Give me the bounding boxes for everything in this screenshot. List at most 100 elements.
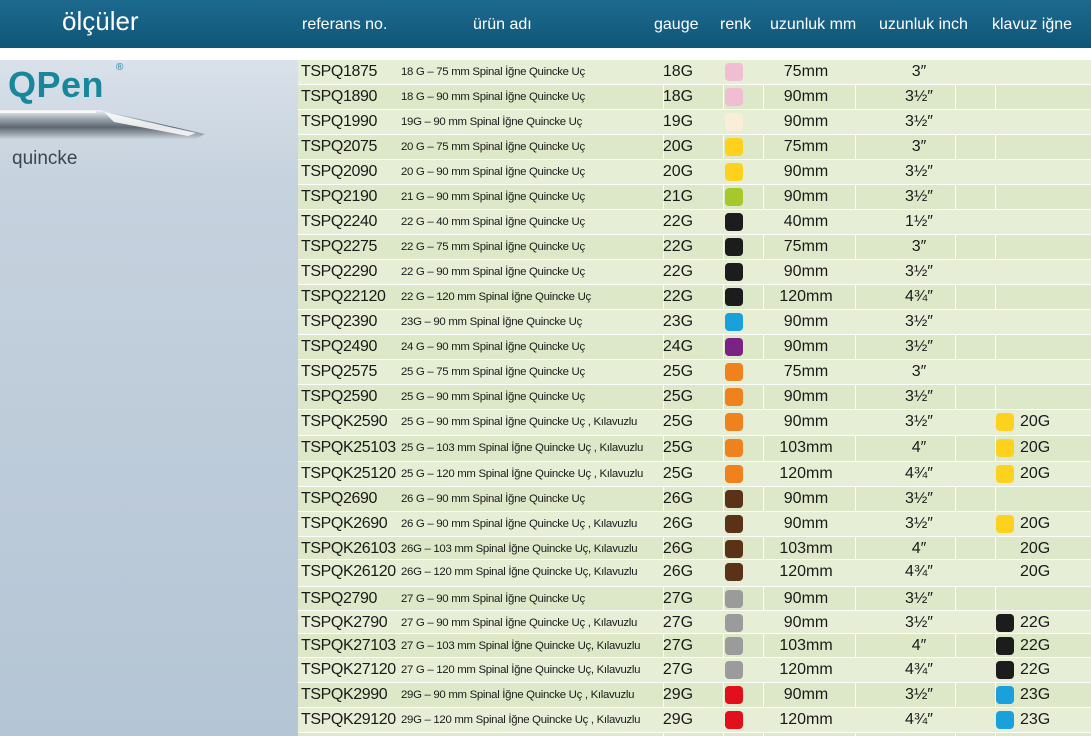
table-row: TSPQ2590 25 G – 90 mm Spinal İğne Quincke… <box>298 385 1091 410</box>
gauge-value: 27G <box>662 661 694 678</box>
product-name: 25 G – 103 mm Spinal İğne Quincke Uç , K… <box>401 442 644 454</box>
product-name: 25 G – 120 mm Spinal İğne Quincke Uç , K… <box>401 468 644 480</box>
guide-needle-value <box>1020 260 1060 284</box>
guide-color-swatch <box>996 465 1014 483</box>
length-inch-value: 4¾″ <box>905 465 933 482</box>
reference-number: TSPQ2690 <box>301 490 377 507</box>
reference-number: TSPQK25120 <box>301 465 396 482</box>
color-swatch <box>725 88 743 106</box>
guide-needle-value: 22G <box>1020 614 1051 631</box>
color-swatch <box>725 661 743 679</box>
table-row: TSPQK27120 27 G – 120 mm Spinal İğne Quin… <box>298 658 1091 683</box>
guide-needle-value: 20G <box>1020 515 1051 532</box>
length-inch-value: 4¾″ <box>905 288 933 305</box>
table-row: TSPQ1875 18 G – 75 mm Spinal İğne Quincke… <box>298 60 1091 85</box>
reference-number: TSPQ22120 <box>301 288 386 305</box>
length-inch-value: 3½″ <box>905 313 933 330</box>
table-row: TSPQK25103 25 G – 103 mm Spinal İğne Quin… <box>298 436 1091 462</box>
table-row: TSPQ2275 22 G – 75 mm Spinal İğne Quincke… <box>298 235 1091 260</box>
length-inch-value: 3″ <box>911 63 927 80</box>
reference-number: TSPQK27103 <box>301 637 396 654</box>
length-mm-value: 90mm <box>783 113 829 130</box>
guide-needle-value <box>1020 185 1060 209</box>
product-subtitle: quincke <box>12 148 78 169</box>
length-mm-value: 103mm <box>779 540 833 557</box>
length-inch-value: 4″ <box>911 637 927 654</box>
table-row: TSPQ2490 24 G – 90 mm Spinal İğne Quincke… <box>298 335 1091 360</box>
length-mm-value: 75mm <box>783 63 829 80</box>
product-name: 23G – 90 mm Spinal İğne Quincke Uç <box>401 316 583 328</box>
column-header-guide: klavuz iğne <box>992 16 1073 33</box>
column-header-length-mm: uzunluk mm <box>770 16 857 33</box>
product-name: 19G – 90 mm Spinal İğne Quincke Uç <box>401 116 583 128</box>
guide-color-swatch <box>996 661 1014 679</box>
reference-number: TSPQ1890 <box>301 88 377 105</box>
guide-needle-value: 20G <box>1020 563 1051 580</box>
reference-number: TSPQK2790 <box>301 614 388 631</box>
gauge-value: 29G <box>662 711 694 728</box>
reference-number: TSPQK2690 <box>301 515 388 532</box>
length-inch-value: 3½″ <box>905 263 933 280</box>
gauge-value: 26G <box>662 540 694 557</box>
product-name: 21 G – 90 mm Spinal İğne Quincke Uç <box>401 191 585 203</box>
color-swatch <box>725 138 743 156</box>
gauge-value: 25G <box>662 439 694 456</box>
reference-number: TSPQ1990 <box>301 113 377 130</box>
length-inch-value: 4″ <box>911 439 927 456</box>
product-name: 25 G – 90 mm Spinal İğne Quincke Uç , Kı… <box>401 416 637 428</box>
gauge-value: 26G <box>662 490 694 507</box>
color-swatch <box>725 637 743 655</box>
table-row: TSPQK27103 27 G – 103 mm Spinal İğne Quin… <box>298 634 1091 658</box>
guide-needle-value <box>1020 487 1060 511</box>
color-swatch <box>725 188 743 206</box>
table-row: TSPQK2790 27 G – 90 mm Spinal İğne Quinck… <box>298 611 1091 634</box>
length-inch-value: 4¾″ <box>905 711 933 728</box>
length-mm-value: 90mm <box>783 313 829 330</box>
section-title: ölçüler <box>62 6 139 36</box>
column-header-gauge: gauge <box>654 16 699 33</box>
gauge-value: 21G <box>662 188 694 205</box>
color-swatch <box>725 113 743 131</box>
reference-number: TSPQ2190 <box>301 188 377 205</box>
length-mm-value: 103mm <box>779 439 833 456</box>
guide-needle-value <box>1020 285 1060 309</box>
guide-needle-value <box>1020 587 1060 611</box>
table-row: TSPQK29120 29G – 120 mm Spinal İğne Quinc… <box>298 708 1091 733</box>
column-header-ref: referans no. <box>302 16 388 33</box>
gauge-value: 25G <box>662 363 694 380</box>
product-name: 25 G – 90 mm Spinal İğne Quincke Uç <box>401 391 585 403</box>
gauge-value: 26G <box>662 563 694 580</box>
length-mm-value: 90mm <box>783 686 829 703</box>
length-inch-value: 3½″ <box>905 113 933 130</box>
color-swatch <box>725 465 743 483</box>
guide-needle-value: 20G <box>1020 465 1051 482</box>
length-inch-value: 3½″ <box>905 338 933 355</box>
guide-needle-value <box>1020 235 1060 259</box>
table-row: TSPQK26103 26G – 103 mm Spinal İğne Quinc… <box>298 537 1091 560</box>
length-inch-value: 3½″ <box>905 515 933 532</box>
needle-tip-icon <box>0 110 205 139</box>
length-mm-value: 120mm <box>779 288 833 305</box>
product-name: 20 G – 90 mm Spinal İğne Quincke Uç <box>401 166 585 178</box>
gauge-value: 27G <box>662 637 694 654</box>
guide-needle-value <box>1020 60 1060 84</box>
column-header-name: ürün adı <box>473 16 532 33</box>
product-name: 26 G – 90 mm Spinal İğne Quincke Uç <box>401 493 585 505</box>
length-mm-value: 90mm <box>783 413 829 430</box>
table-row: TSPQK25120 25 G – 120 mm Spinal İğne Quin… <box>298 462 1091 487</box>
reference-number: TSPQ2090 <box>301 163 377 180</box>
guide-needle-value: 22G <box>1020 637 1051 654</box>
reference-number: TSPQK26120 <box>301 563 396 580</box>
length-mm-value: 90mm <box>783 614 829 631</box>
guide-needle-value <box>1020 360 1060 384</box>
color-swatch <box>725 63 743 81</box>
product-name: 18 G – 75 mm Spinal İğne Quincke Uç <box>401 66 585 78</box>
length-mm-value: 90mm <box>783 590 829 607</box>
product-name: 24 G – 90 mm Spinal İğne Quincke Uç <box>401 341 585 353</box>
reference-number: TSPQK27120 <box>301 661 396 678</box>
gauge-value: 27G <box>662 614 694 631</box>
gauge-value: 22G <box>662 263 694 280</box>
product-name: 26G – 103 mm Spinal İğne Quincke Uç, Kıl… <box>401 543 638 555</box>
guide-needle-value <box>1020 160 1060 184</box>
color-swatch <box>725 288 743 306</box>
